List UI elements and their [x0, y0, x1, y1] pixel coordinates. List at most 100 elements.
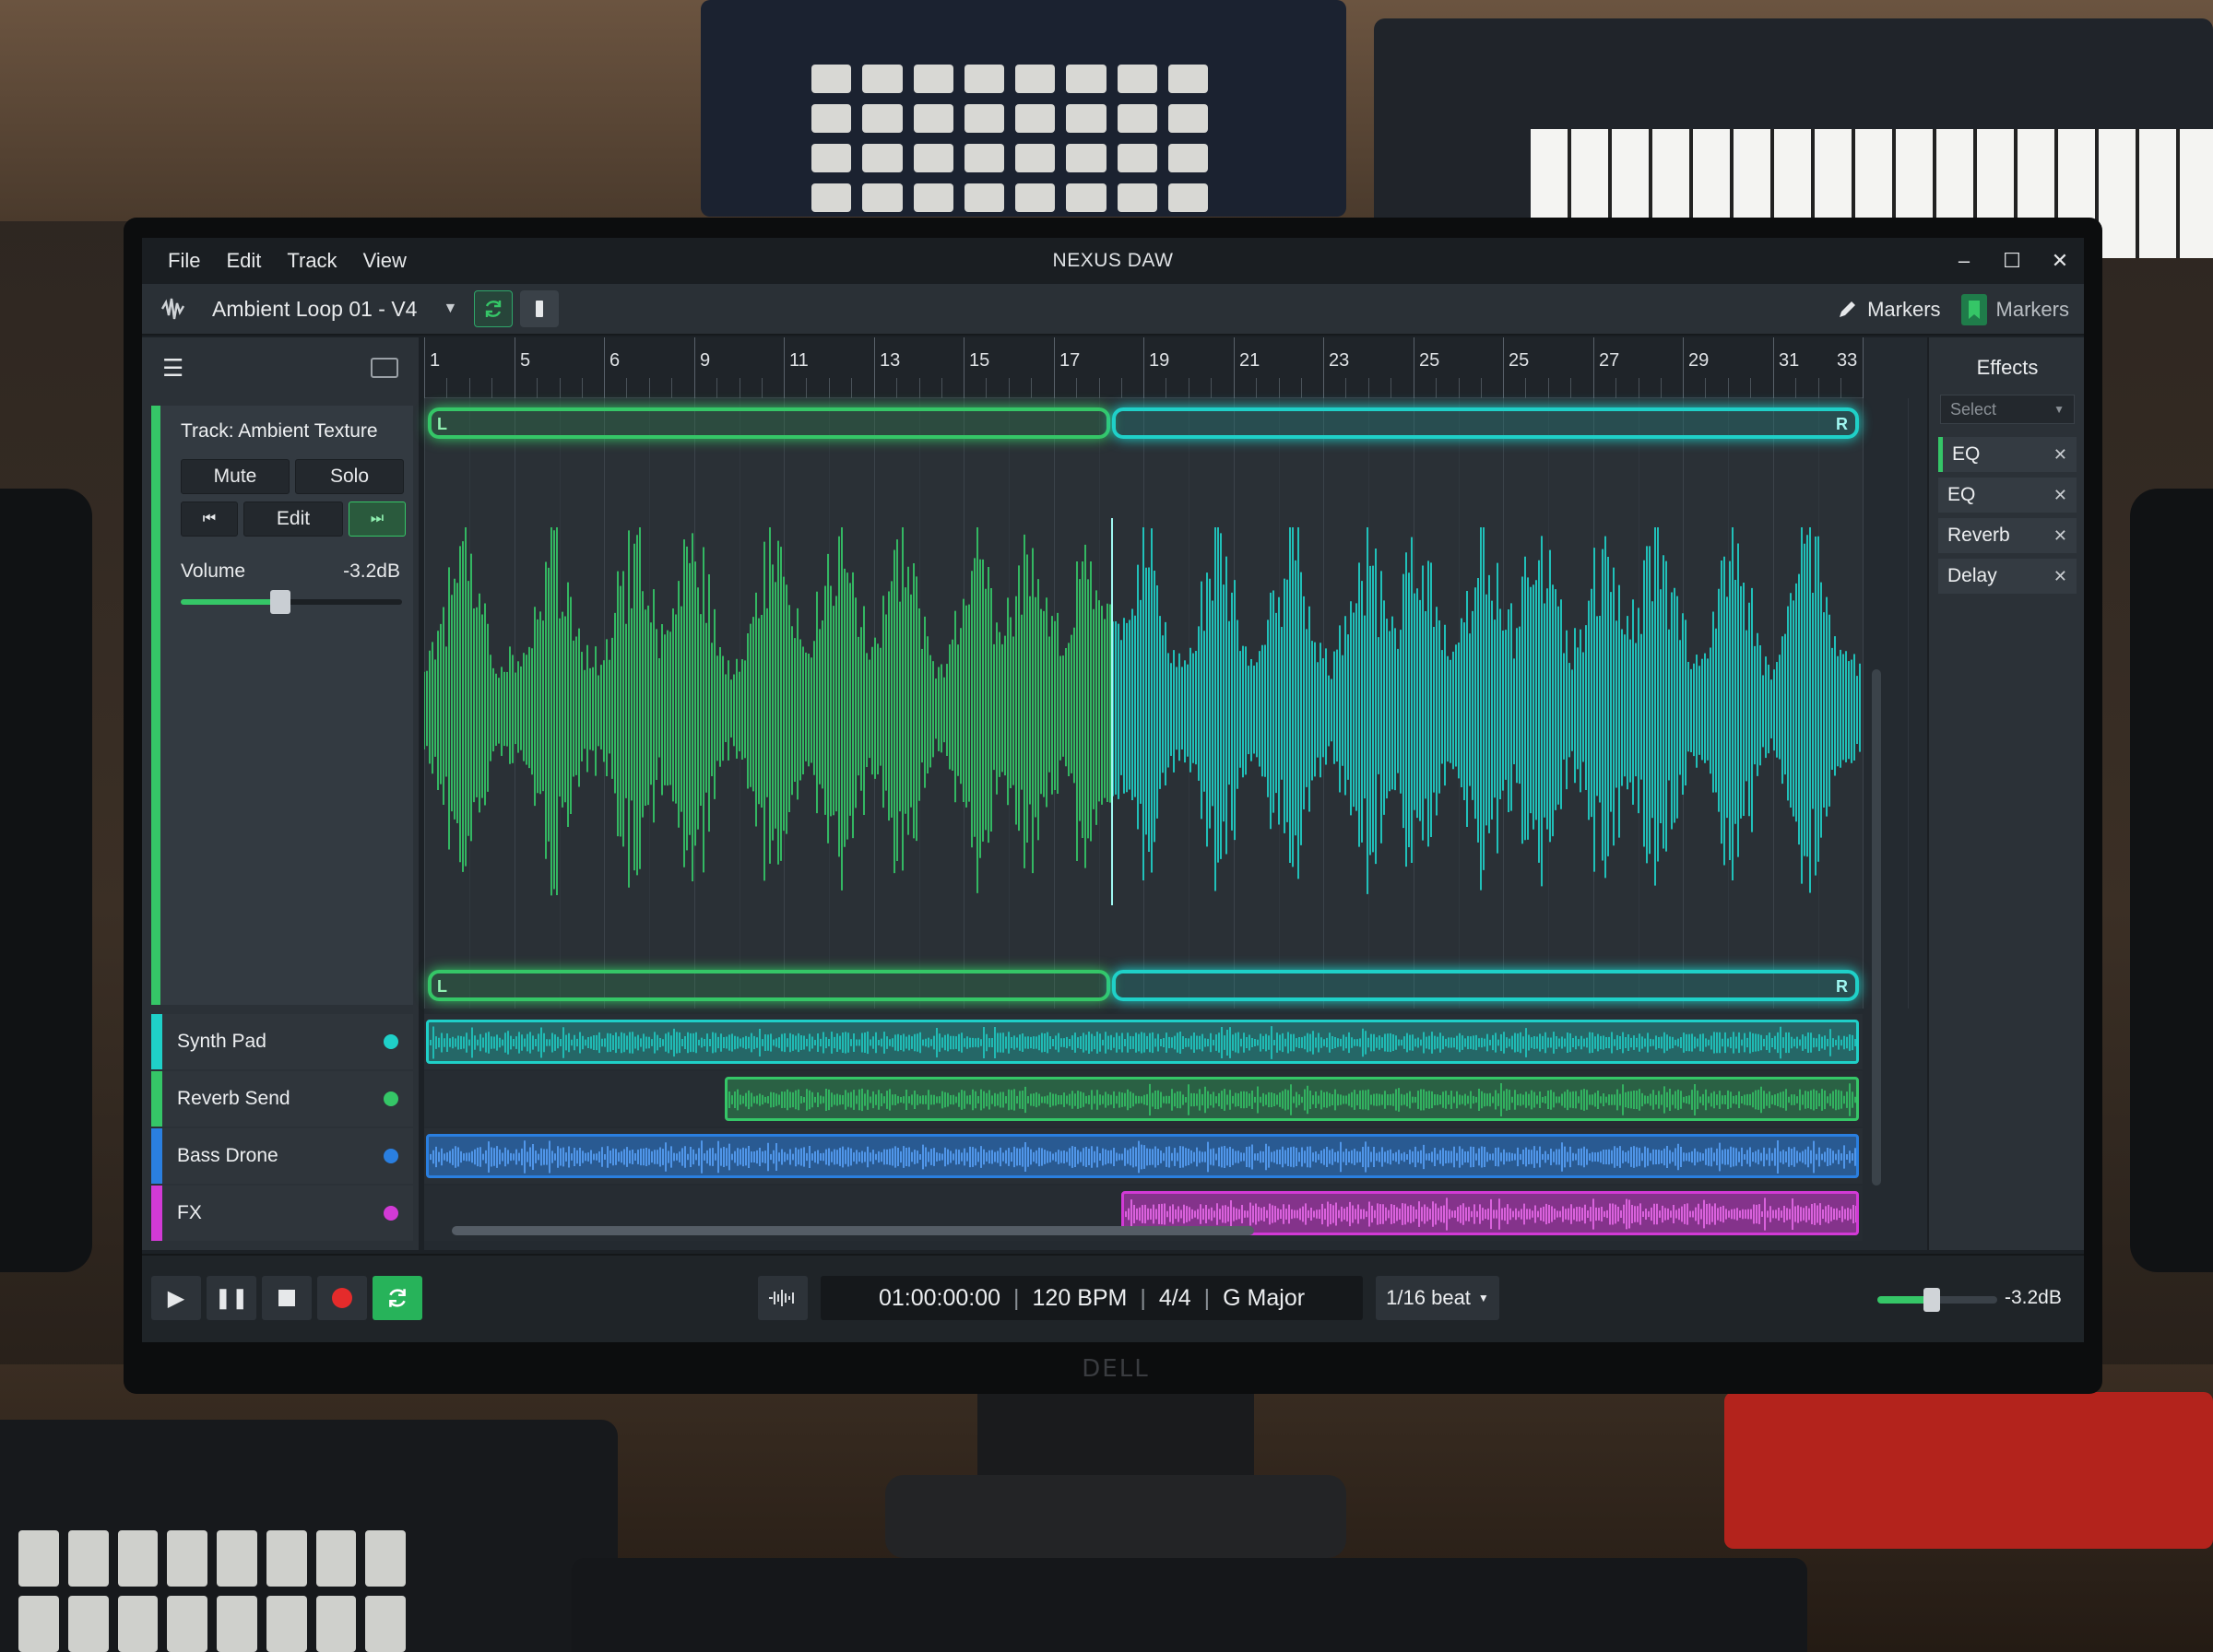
remove-effect-icon[interactable]: ✕: [2053, 526, 2067, 546]
skip-back-button[interactable]: ⏮: [181, 502, 238, 537]
ruler-minor-tick: [649, 378, 650, 398]
toolbar: Ambient Loop 01 - V4 ▼ Markers Markers: [142, 284, 2084, 336]
mute-button[interactable]: Mute: [181, 459, 290, 494]
minimize-icon[interactable]: –: [1940, 238, 1988, 284]
markers-pen-button[interactable]: Markers: [1836, 298, 1941, 322]
pause-button[interactable]: ❚❚: [207, 1276, 256, 1320]
ruler-minor-tick: [1750, 378, 1751, 398]
menu-file[interactable]: File: [155, 249, 213, 273]
loop-icon: [389, 1289, 406, 1307]
panel-toggle-icon[interactable]: [371, 358, 398, 378]
effect-item-eq-2[interactable]: EQ ✕: [1938, 478, 2077, 513]
ruler-minor-tick: [851, 378, 852, 398]
ruler-minor-tick: [762, 378, 763, 398]
signature-display[interactable]: 4/4: [1159, 1285, 1191, 1312]
loop-button[interactable]: [373, 1276, 422, 1320]
ruler-tick: [1234, 337, 1235, 398]
clip-waveform: [430, 1140, 1856, 1174]
record-button[interactable]: [317, 1276, 367, 1320]
project-name[interactable]: Ambient Loop 01 - V4: [212, 297, 417, 322]
record-icon: [332, 1288, 352, 1308]
stop-button[interactable]: [262, 1276, 312, 1320]
volume-knob[interactable]: [270, 590, 290, 614]
waveform-view-button[interactable]: [758, 1276, 808, 1320]
loop-right-marker-bottom: R: [1836, 977, 1848, 996]
ruler-label: 29: [1688, 350, 1710, 371]
remove-effect-icon[interactable]: ✕: [2053, 486, 2067, 505]
remove-effect-icon[interactable]: ✕: [2053, 445, 2067, 465]
waveform-icon: [769, 1290, 794, 1306]
lane-synth-pad[interactable]: [424, 1014, 1863, 1069]
edit-button[interactable]: Edit: [243, 502, 343, 537]
track-row-bass-drone[interactable]: Bass Drone: [151, 1128, 413, 1184]
loop-region-bottom-right[interactable]: R: [1112, 970, 1859, 1001]
menu-bar: File Edit Track View: [155, 249, 420, 273]
ruler-label: 6: [609, 350, 621, 371]
volume-slider[interactable]: [181, 590, 402, 614]
loop-region-top-right[interactable]: R: [1112, 407, 1859, 439]
menu-track[interactable]: Track: [274, 249, 349, 273]
effect-item-delay[interactable]: Delay ✕: [1938, 559, 2077, 594]
menu-view[interactable]: View: [350, 249, 420, 273]
chevron-down-icon: ▼: [1477, 1292, 1489, 1304]
lane-reverb-send[interactable]: [424, 1071, 1863, 1127]
effect-item-reverb[interactable]: Reverb ✕: [1938, 518, 2077, 553]
play-icon: ▶: [167, 1285, 185, 1311]
ruler-minor-tick: [941, 378, 942, 398]
clip-reverb-send[interactable]: [725, 1077, 1859, 1121]
loop-left-marker: L: [437, 415, 447, 433]
loop-region-bottom-left[interactable]: L: [428, 970, 1110, 1001]
ruler-label: 31: [1779, 350, 1800, 371]
effects-title: Effects: [1976, 356, 2039, 379]
daw-window: File Edit Track View NEXUS DAW – ☐ ✕ Amb…: [142, 238, 2084, 1342]
track-name: Synth Pad: [177, 1031, 266, 1052]
horizontal-scrollbar[interactable]: [452, 1226, 1254, 1235]
remove-effect-icon[interactable]: ✕: [2053, 567, 2067, 586]
menu-edit[interactable]: Edit: [213, 249, 274, 273]
ruler-minor-tick: [1211, 378, 1212, 398]
ruler-tick: [604, 337, 605, 398]
solo-button[interactable]: Solo: [295, 459, 404, 494]
separator: |: [1013, 1284, 1020, 1311]
clip-synth-pad[interactable]: [426, 1020, 1859, 1064]
clip-bass-drone[interactable]: [426, 1134, 1859, 1178]
ruler-minor-tick: [986, 378, 987, 398]
key-display[interactable]: G Major: [1223, 1285, 1305, 1312]
maximize-icon[interactable]: ☐: [1988, 238, 2036, 284]
markers-bookmark-button[interactable]: Markers: [1960, 294, 2069, 325]
speaker-left: [0, 489, 92, 1272]
ruler-minor-tick: [1436, 378, 1437, 398]
effects-select[interactable]: Select ▼: [1940, 395, 2075, 424]
hamburger-menu-icon[interactable]: ☰: [162, 354, 183, 383]
master-volume-knob[interactable]: [1923, 1288, 1940, 1312]
ruler-minor-tick: [1345, 378, 1346, 398]
snap-dropdown[interactable]: 1/16 beat ▼: [1376, 1276, 1499, 1320]
tempo-display[interactable]: 120 BPM: [1033, 1285, 1128, 1312]
effect-item-eq-1[interactable]: EQ ✕: [1938, 437, 2077, 472]
loop-toggle-button[interactable]: [474, 290, 514, 327]
lane-bass-drone[interactable]: [424, 1128, 1863, 1184]
track-row-synth-pad[interactable]: Synth Pad: [151, 1014, 413, 1069]
close-icon[interactable]: ✕: [2036, 238, 2084, 284]
track-row-fx[interactable]: FX: [151, 1186, 413, 1241]
vertical-scrollbar[interactable]: [1872, 669, 1881, 1186]
markers-label: Markers: [1867, 298, 1941, 321]
separator: |: [1140, 1284, 1146, 1311]
loop-region-top-left[interactable]: L: [428, 407, 1110, 439]
ruler-minor-tick: [469, 378, 470, 398]
time-display[interactable]: 01:00:00:00: [879, 1285, 1000, 1312]
track-row-reverb-send[interactable]: Reverb Send: [151, 1071, 413, 1127]
timeline-ruler[interactable]: 1 5 6 9 11 13 15 17 19 21 23 25 25 27 29 31 33: [424, 337, 1864, 398]
clip-waveform: [430, 1026, 1856, 1059]
ruler-label: 9: [700, 350, 711, 371]
ruler-minor-tick: [1525, 378, 1526, 398]
left-controller-pads: [18, 1530, 406, 1652]
play-button[interactable]: ▶: [151, 1276, 201, 1320]
metronome-button[interactable]: [520, 290, 560, 327]
master-volume-slider[interactable]: [1877, 1288, 1997, 1312]
chevron-down-icon[interactable]: ▼: [443, 301, 457, 317]
ruler-minor-tick: [1121, 378, 1122, 398]
skip-forward-button[interactable]: ⏭: [349, 502, 406, 537]
track-color-dot: [384, 1149, 398, 1163]
main-waveform-lane[interactable]: L R L R: [424, 398, 1909, 1009]
